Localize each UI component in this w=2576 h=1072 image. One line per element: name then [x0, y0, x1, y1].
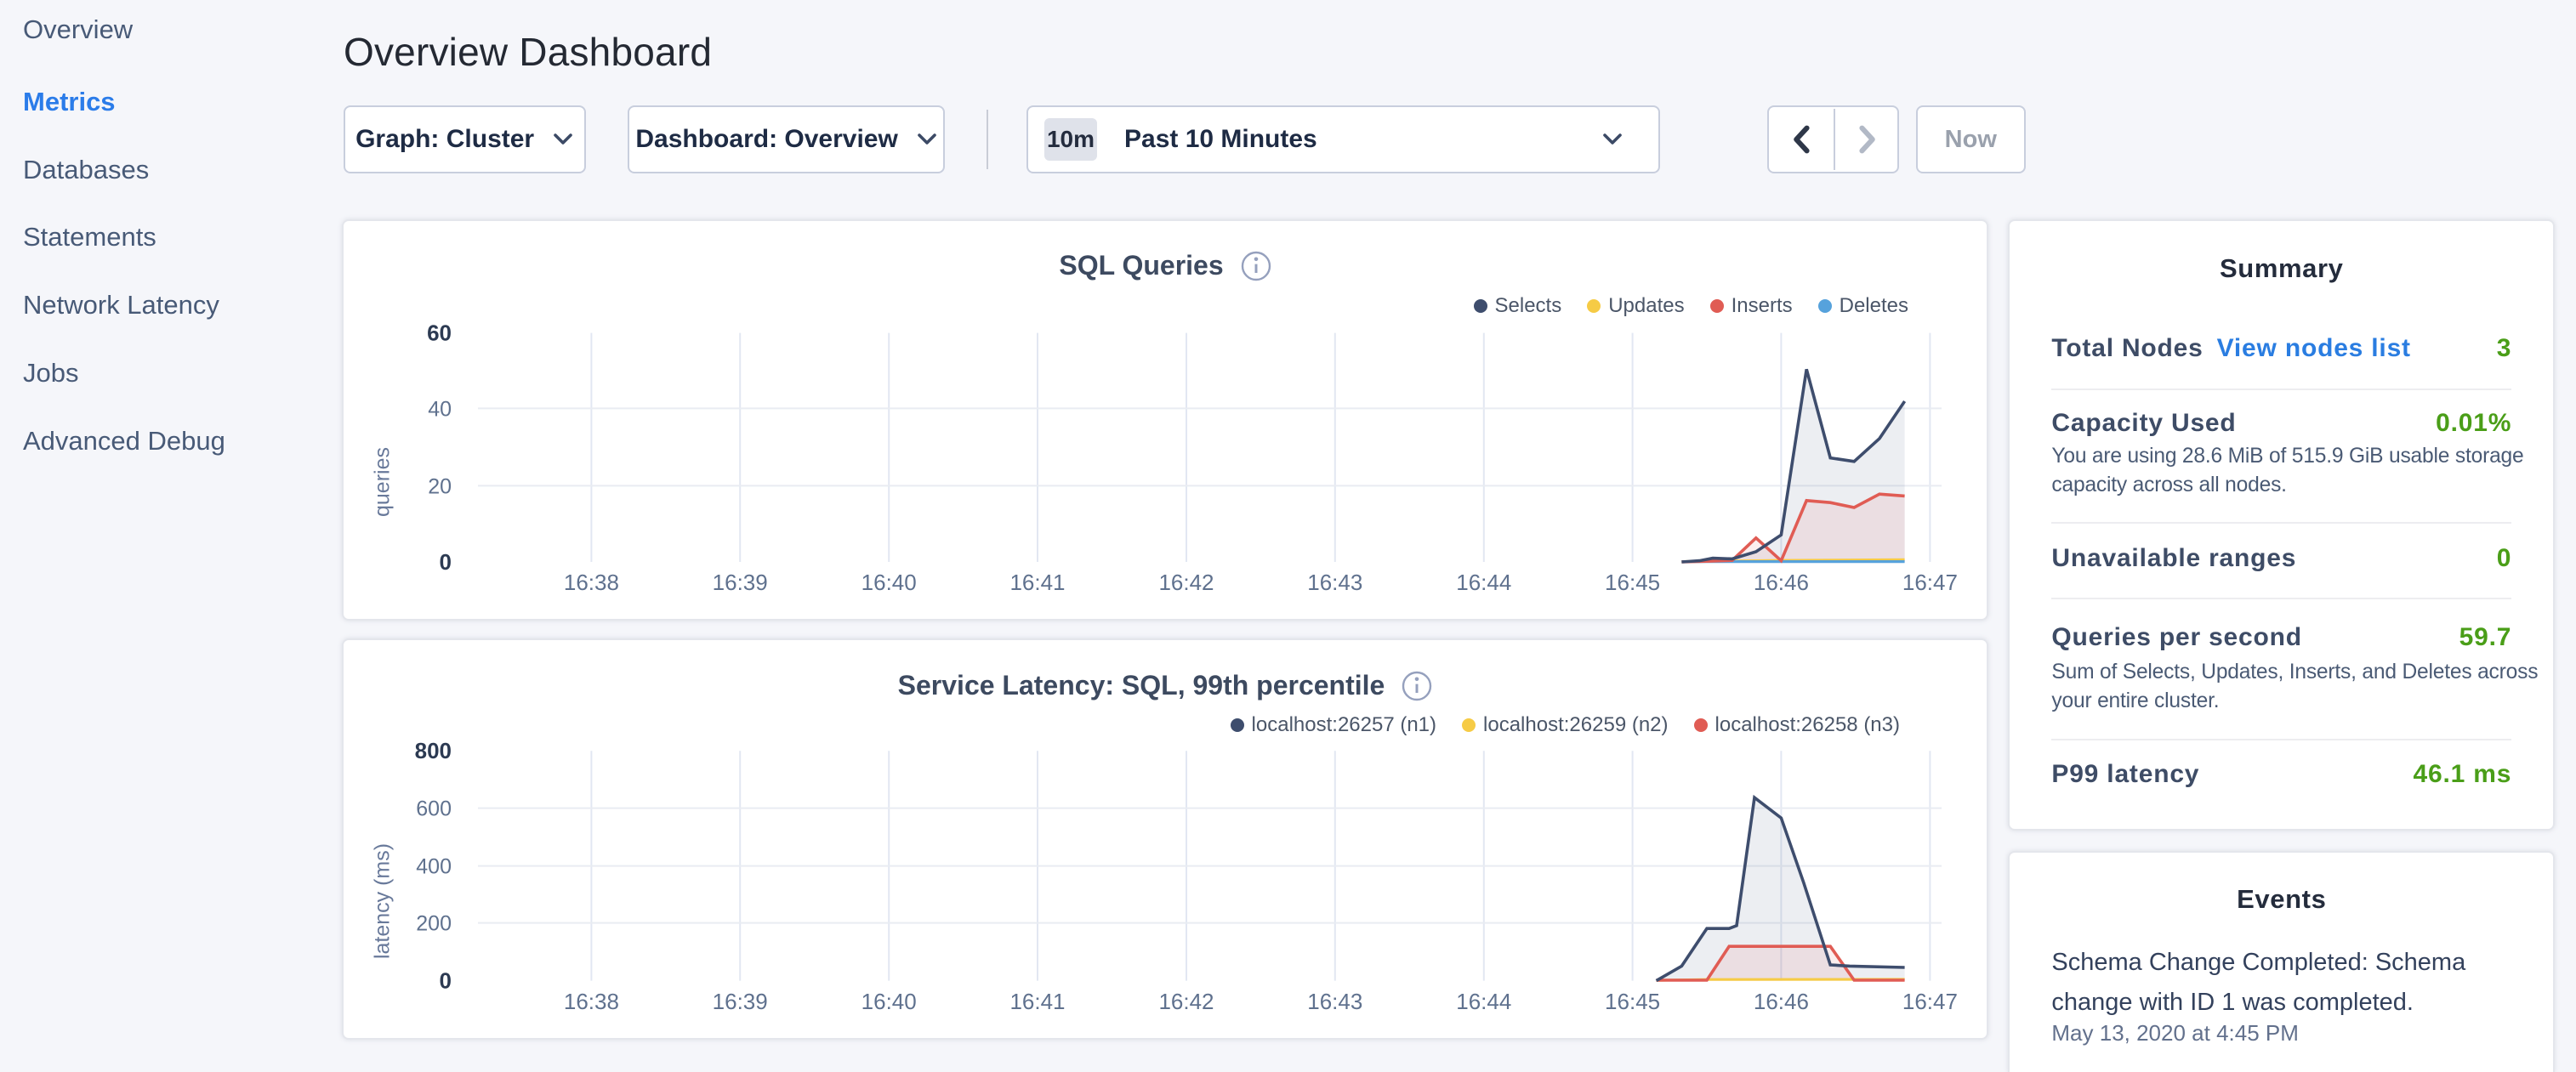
svg-text:queries: queries — [370, 447, 394, 517]
svg-text:16:40: 16:40 — [862, 989, 917, 1014]
svg-text:16:44: 16:44 — [1456, 989, 1511, 1014]
svg-text:16:45: 16:45 — [1605, 570, 1660, 595]
svg-text:16:41: 16:41 — [1009, 989, 1065, 1014]
svg-text:16:43: 16:43 — [1307, 570, 1362, 595]
svg-text:16:46: 16:46 — [1754, 570, 1809, 595]
svg-text:16:38: 16:38 — [564, 570, 619, 595]
svg-text:16:42: 16:42 — [1158, 570, 1214, 595]
svg-text:16:43: 16:43 — [1307, 989, 1362, 1014]
svg-text:16:41: 16:41 — [1009, 570, 1065, 595]
svg-text:16:45: 16:45 — [1605, 989, 1660, 1014]
svg-text:16:46: 16:46 — [1754, 989, 1809, 1014]
svg-text:16:42: 16:42 — [1158, 989, 1214, 1014]
svg-text:0: 0 — [440, 968, 452, 994]
svg-text:16:47: 16:47 — [1902, 989, 1958, 1014]
svg-text:16:39: 16:39 — [713, 570, 768, 595]
svg-text:16:47: 16:47 — [1902, 570, 1958, 595]
svg-text:16:44: 16:44 — [1456, 570, 1511, 595]
svg-text:0: 0 — [440, 549, 452, 575]
svg-text:40: 40 — [428, 397, 452, 421]
svg-text:latency (ms): latency (ms) — [370, 843, 394, 959]
svg-text:16:40: 16:40 — [862, 570, 917, 595]
svg-text:16:38: 16:38 — [564, 989, 619, 1014]
svg-text:400: 400 — [416, 855, 452, 879]
svg-text:200: 200 — [416, 912, 452, 936]
svg-text:16:39: 16:39 — [713, 989, 768, 1014]
svg-text:60: 60 — [427, 320, 452, 345]
svg-text:20: 20 — [428, 474, 452, 498]
svg-text:600: 600 — [416, 797, 452, 821]
svg-text:800: 800 — [415, 739, 452, 764]
